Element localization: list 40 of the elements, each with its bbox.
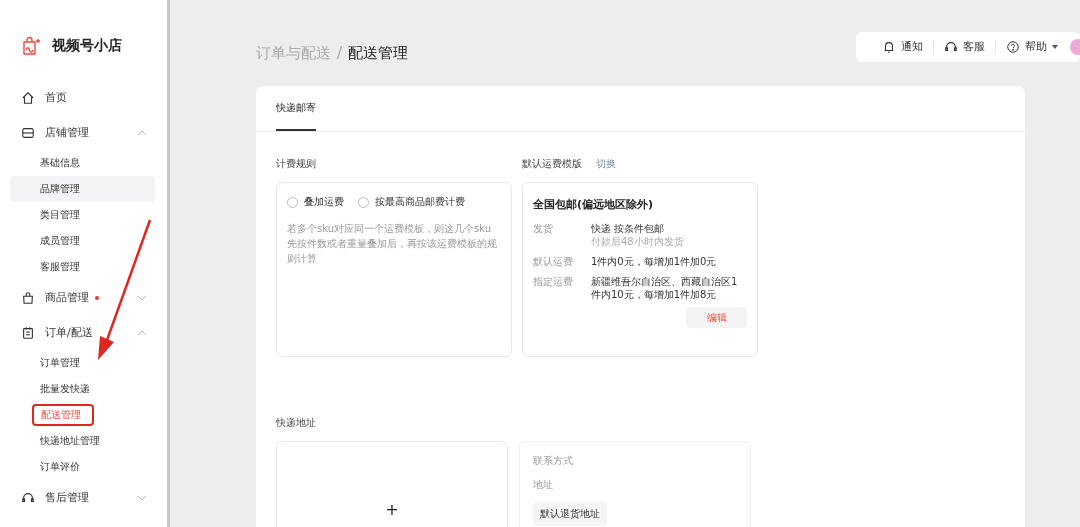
toolbar-button[interactable]: 通知	[872, 40, 934, 54]
default-return-address-tag: 默认退货地址	[533, 502, 607, 526]
template-name: 全国包邮(偏远地区除外)	[533, 197, 655, 212]
radio-option[interactable]: 按最高商品邮费计费	[358, 195, 465, 209]
sidebar-item[interactable]: 配送管理	[32, 404, 94, 426]
sidebar-group[interactable]: 商品管理	[0, 280, 167, 315]
sidebar-item[interactable]: 批量发快递	[10, 376, 155, 402]
sidebar-item[interactable]: 类目管理	[10, 202, 155, 228]
field-value: 新疆维吾尔自治区、西藏自治区1件内10元，每增加1件加8元	[591, 275, 739, 301]
field-value: 快递 按条件包邮	[591, 222, 666, 235]
field-note: 付款后48小时内发货	[591, 235, 684, 249]
field-label: 指定运费	[533, 275, 574, 289]
field-label: 发货	[533, 222, 554, 236]
tab[interactable]: 快递邮寄	[276, 101, 316, 131]
sidebar-item[interactable]: 品牌管理	[10, 176, 155, 202]
switch-link[interactable]: 切换	[596, 157, 616, 171]
sidebar-group[interactable]: 售后管理	[0, 480, 167, 515]
page-title: 配送管理	[348, 44, 409, 64]
address-label: 地址	[533, 478, 553, 492]
section-title: 计费规则	[276, 157, 316, 171]
sidebar-item[interactable]: 客服管理	[10, 254, 155, 280]
sidebar-item[interactable]: 快递地址管理	[10, 428, 155, 454]
toolbar-button[interactable]: 帮助	[996, 40, 1068, 54]
brand-name: 视频号小店	[52, 37, 122, 55]
breadcrumb-separator: /	[337, 44, 343, 64]
sidebar-group[interactable]: 订单/配送	[0, 315, 167, 350]
sidebar-group[interactable]: 店铺管理	[0, 115, 167, 150]
section-title: 快递地址	[276, 416, 316, 430]
section-title: 默认运费模版	[522, 157, 582, 171]
sidebar-item[interactable]: 订单评价	[10, 454, 155, 480]
sidebar-group[interactable]: 首页	[0, 80, 167, 115]
add-address-button[interactable]: +	[276, 441, 508, 527]
sidebar-item[interactable]: 基础信息	[10, 150, 155, 176]
sidebar-item[interactable]: 成员管理	[10, 228, 155, 254]
contact-label: 联系方式	[533, 454, 573, 468]
radio-option[interactable]: 叠加运费	[287, 195, 344, 209]
field-label: 默认运费	[533, 255, 574, 269]
sidebar-item[interactable]: 订单管理	[10, 350, 155, 376]
field-value: 1件内0元，每增加1件加0元	[591, 255, 717, 268]
toolbar-button[interactable]: 客服	[934, 40, 996, 54]
